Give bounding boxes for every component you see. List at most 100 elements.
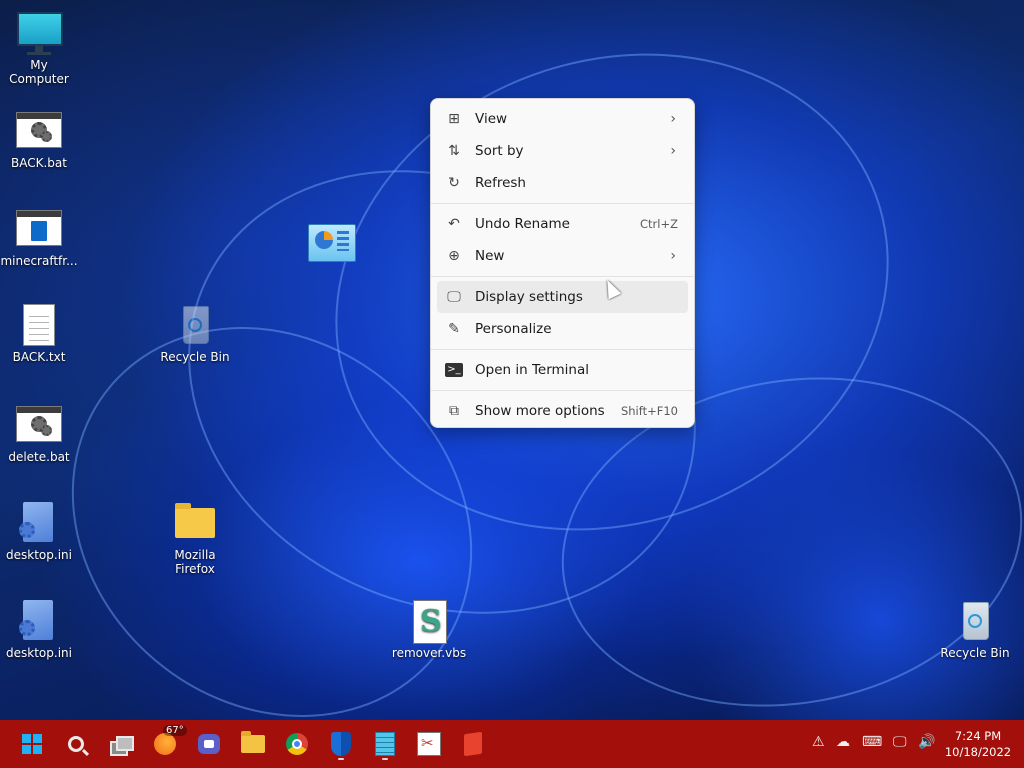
desktop-icon-recycle-bin-ghost[interactable]: Recycle Bin <box>156 302 234 364</box>
file-explorer-icon <box>241 731 265 753</box>
icon-label: Mozilla Firefox <box>174 548 216 576</box>
volume-icon[interactable]: 🔊 <box>918 734 935 750</box>
menu-item-shortcut: Ctrl+Z <box>640 217 678 231</box>
refresh-icon: ↻ <box>448 175 460 191</box>
expand-icon: ⧉ <box>449 403 459 419</box>
menu-item-label: Undo Rename <box>475 216 570 232</box>
menu-item-view[interactable]: ⊞ View › <box>437 103 688 135</box>
batch-file-icon <box>15 402 63 448</box>
control-panel-icon[interactable] <box>308 224 356 262</box>
widgets-button[interactable]: 67° <box>150 725 187 759</box>
desktop-icon-desktop-ini[interactable]: desktop.ini <box>0 500 78 562</box>
file-explorer-button[interactable] <box>238 729 268 759</box>
clock-time: 7:24 PM <box>954 729 1002 743</box>
cloud-offline-icon[interactable]: ☁ <box>836 734 850 750</box>
settings-file-icon <box>15 598 63 644</box>
icon-label: My Computer <box>9 58 69 86</box>
notepad-icon <box>375 732 395 756</box>
taskbar: 67° ⚠ ☁ ⌨ 🖵 🔊 7:24 PM 10/18/2022 <box>0 720 1024 768</box>
recycle-bin-icon <box>171 302 219 348</box>
icon-label: remover.vbs <box>391 646 467 660</box>
desktop-icon-desktop-ini-2[interactable]: desktop.ini <box>0 598 78 660</box>
menu-item-undo-rename[interactable]: ↶ Undo Rename Ctrl+Z <box>437 208 688 240</box>
menu-item-personalize[interactable]: ✎ Personalize <box>437 313 688 345</box>
icon-label: desktop.ini <box>6 646 72 660</box>
search-icon <box>68 736 84 752</box>
security-warning-icon[interactable]: ⚠ <box>812 734 825 750</box>
menu-item-refresh[interactable]: ↻ Refresh <box>437 167 688 199</box>
desktop-icon-remover-vbs[interactable]: S remover.vbs <box>390 598 468 660</box>
menu-item-label: Refresh <box>475 175 526 191</box>
desktop-icon-minecraft[interactable]: minecraftfr... <box>0 206 78 268</box>
video-chat-icon <box>198 734 220 754</box>
running-indicator <box>338 758 344 760</box>
computer-icon <box>15 10 63 56</box>
desktop-icon-my-computer[interactable]: My Computer <box>0 10 78 86</box>
clock-date: 10/18/2022 <box>944 745 1012 759</box>
chat-button[interactable] <box>194 729 224 759</box>
chevron-right-icon: › <box>670 111 676 127</box>
weather-icon <box>154 733 176 755</box>
menu-item-shortcut: Shift+F10 <box>620 404 678 418</box>
menu-item-label: Sort by <box>475 143 524 159</box>
desktop-icon-delete-bat[interactable]: delete.bat <box>0 402 78 464</box>
search-button[interactable] <box>61 729 91 759</box>
icon-label: BACK.txt <box>12 350 66 364</box>
snipping-tool-icon <box>417 732 441 756</box>
notepad-button[interactable] <box>370 729 400 760</box>
weather-temperature: 67° <box>163 725 187 736</box>
icon-label: Recycle Bin <box>940 646 1010 660</box>
icon-label: delete.bat <box>8 450 70 464</box>
menu-item-label: Personalize <box>475 321 552 337</box>
menu-item-display-settings[interactable]: 🖵 Display settings <box>437 281 688 313</box>
menu-item-show-more-options[interactable]: ⧉ Show more options Shift+F10 <box>437 395 688 427</box>
sort-icon: ⇅ <box>448 143 460 159</box>
menu-item-label: View <box>475 111 508 127</box>
chevron-right-icon: › <box>670 248 676 264</box>
start-button[interactable] <box>17 729 47 759</box>
system-clock[interactable]: 7:24 PM 10/18/2022 <box>940 728 1016 760</box>
menu-item-sort-by[interactable]: ⇅ Sort by › <box>437 135 688 167</box>
chrome-button[interactable] <box>282 729 312 759</box>
brush-icon: ✎ <box>448 321 460 337</box>
desktop-icon-mozilla-firefox[interactable]: Mozilla Firefox <box>156 500 234 576</box>
undo-icon: ↶ <box>448 216 460 232</box>
snipping-tool-button[interactable] <box>414 729 444 759</box>
menu-item-open-in-terminal[interactable]: >_ Open in Terminal <box>437 354 688 386</box>
windows-logo-icon <box>22 734 42 754</box>
task-view-icon <box>110 736 134 756</box>
icon-label: desktop.ini <box>6 548 72 562</box>
display-icon: 🖵 <box>447 289 461 305</box>
menu-item-new[interactable]: ⊕ New › <box>437 240 688 272</box>
network-icon[interactable]: 🖵 <box>893 734 907 750</box>
menu-separator <box>431 349 694 350</box>
batch-file-icon <box>15 108 63 154</box>
menu-separator <box>431 390 694 391</box>
grid-icon: ⊞ <box>448 111 460 127</box>
office-button[interactable] <box>458 729 488 759</box>
desktop-icon-recycle-bin[interactable]: Recycle Bin <box>936 598 1014 660</box>
menu-item-label: Display settings <box>475 289 583 305</box>
icon-label: Recycle Bin <box>160 350 230 364</box>
desktop-icon-back-bat[interactable]: BACK.bat <box>0 108 78 170</box>
keyboard-icon[interactable]: ⌨ <box>862 734 882 750</box>
menu-item-label: New <box>475 248 505 264</box>
icon-label: minecraftfr... <box>0 254 78 268</box>
recycle-bin-icon <box>951 598 999 644</box>
office-icon <box>464 731 482 757</box>
menu-item-label: Open in Terminal <box>475 362 589 378</box>
desktop-icon-back-txt[interactable]: BACK.txt <box>0 302 78 364</box>
context-menu: ⊞ View › ⇅ Sort by › ↻ Refresh ↶ Undo Re… <box>430 98 695 428</box>
desktop[interactable]: My Computer BACK.bat minecraftfr... BACK… <box>0 0 1024 720</box>
text-file-icon <box>15 302 63 348</box>
script-file-icon: S <box>405 598 453 644</box>
plus-circle-icon: ⊕ <box>448 248 460 264</box>
icon-label: BACK.bat <box>11 156 67 170</box>
terminal-icon: >_ <box>445 363 463 377</box>
running-indicator <box>382 758 388 760</box>
task-view-button[interactable] <box>106 729 136 759</box>
settings-file-icon <box>15 500 63 546</box>
chrome-icon <box>286 733 308 755</box>
security-app-button[interactable] <box>326 729 356 760</box>
menu-separator <box>431 276 694 277</box>
